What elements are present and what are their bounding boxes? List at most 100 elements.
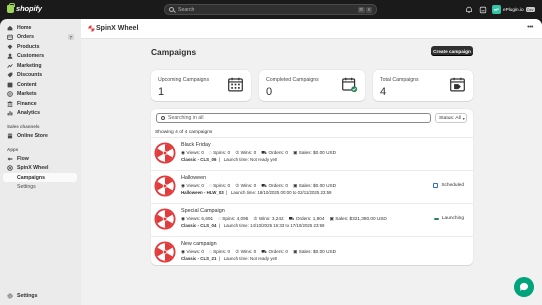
spins-value: Spins: 0 — [213, 249, 231, 254]
sidebar-item-label: Analytics — [17, 110, 41, 116]
campaign-name[interactable]: Halloween — [181, 175, 206, 181]
stat-label: Total Campaigns — [380, 77, 419, 83]
store-menu[interactable]: eP ePlugin.io Dev — [492, 4, 535, 15]
campaign-row[interactable]: Halloween ◉ Views: 0 ◌ Spins: 0 ♔ Wins: … — [151, 171, 473, 203]
views-stat: ◉ Views: 0 — [181, 150, 205, 155]
sidebar-item-label: Flow — [17, 155, 29, 162]
chat-button[interactable] — [514, 277, 534, 297]
status-launching: Launching — [433, 216, 464, 221]
sidebar-item-label: Campaigns — [17, 174, 45, 181]
sidebar-item-orders[interactable]: Orders 7 — [3, 33, 77, 42]
sidebar-item-content[interactable]: Content — [3, 80, 77, 89]
wins-stat: ♔ Wins: 3,242 — [253, 216, 284, 221]
sidebar-item-settings[interactable]: Settings — [3, 291, 77, 300]
finance-icon — [7, 100, 13, 107]
spins-stat: ◌ Spins: 0 — [209, 183, 231, 188]
orders-value: Orders: 1,904 — [295, 216, 325, 221]
sidebar-item-analytics[interactable]: Analytics — [3, 109, 77, 118]
stat-card-completed: Completed Campaigns 0 — [259, 70, 365, 101]
orders-icon — [7, 34, 13, 40]
store-icon — [7, 133, 13, 139]
orders-stat: ⛟ Orders: 1,904 — [288, 216, 325, 221]
campaign-row[interactable]: Black Friday ◉ Views: 0 ◌ Spins: 0 ♔ Win… — [151, 138, 473, 170]
sales-value: Sales: $0.00 USD — [298, 183, 336, 188]
analytics-icon — [7, 110, 13, 116]
campaign-stats: ◉ Views: 6,691 ◌ Spins: 4,095 ♔ Wins: 3,… — [181, 216, 387, 223]
customers-icon — [7, 53, 13, 59]
campaign-name[interactable]: New campaign — [181, 241, 217, 247]
status-filter-select[interactable]: Status: All ▾ — [435, 113, 467, 123]
campaign-search-input[interactable] — [168, 115, 430, 121]
top-bar: shopify Search ⌘ K eP ePlugin.io Dev — [0, 0, 542, 19]
separator: | — [217, 157, 223, 162]
views-stat: ◉ Views: 6,691 — [181, 216, 214, 221]
sales-value: Sales: $321,380.00 USD — [335, 216, 387, 221]
launching-indicator-icon — [433, 217, 439, 220]
sidebar-item-discounts[interactable]: Discounts — [3, 71, 77, 80]
spins-stat: ◌ Spins: 0 — [209, 249, 231, 254]
spin-wheel-icon — [154, 241, 176, 263]
campaign-row[interactable]: Special Campaign ◉ Views: 6,691 ◌ Spins:… — [151, 204, 473, 236]
template-code: Classic - CLS_21 — [181, 256, 217, 261]
orders-value: Orders: 0 — [268, 150, 288, 155]
sidebar-item-home[interactable]: Home — [3, 23, 77, 32]
views-value: Views: 0 — [186, 249, 205, 254]
campaign-row[interactable]: New campaign ◉ Views: 0 ◌ Spins: 0 ♔ Win… — [151, 237, 473, 269]
shopify-wordmark: shopify — [16, 4, 42, 13]
campaign-search-field[interactable] — [156, 113, 431, 123]
sidebar-item-marketing[interactable]: Marketing — [3, 61, 77, 70]
sidebar-item-markets[interactable]: Markets — [3, 90, 77, 99]
sidebar-item-label: Marketing — [17, 62, 42, 69]
wins-value: Wins: 3,242 — [258, 216, 284, 221]
main-content: SpinX Wheel ••• Campaigns Create campaig… — [81, 19, 542, 305]
sidebar-item-online-store[interactable]: Online Store — [3, 131, 77, 140]
notifications-icon[interactable] — [464, 5, 473, 14]
sidebar-item-label: Products — [17, 43, 40, 50]
sales-stat: ▣ Sales: $0.00 USD — [292, 150, 336, 155]
spins-value: Spins: 0 — [213, 150, 231, 155]
app-header: SpinX Wheel ••• — [81, 19, 542, 39]
spin-wheel-icon — [154, 208, 176, 230]
sidebar-item-label: Orders — [17, 34, 35, 40]
campaign-name[interactable]: Black Friday — [181, 142, 211, 148]
sidebar-item-products[interactable]: Products — [3, 42, 77, 51]
create-campaign-button[interactable]: Create campaign — [431, 46, 473, 56]
sidebar-item-customers[interactable]: Customers — [3, 52, 77, 61]
campaign-stats: ◉ Views: 0 ◌ Spins: 0 ♔ Wins: 0 ⛟ Orders… — [181, 150, 336, 157]
spinx-wheel-icon — [7, 165, 13, 171]
flow-icon — [7, 156, 13, 162]
wins-value: Wins: 0 — [240, 150, 257, 155]
campaign-name[interactable]: Special Campaign — [181, 208, 225, 214]
sidebar-item-finance[interactable]: Finance — [3, 99, 77, 108]
spins-value: Spins: 0 — [213, 183, 231, 188]
campaign-meta: Halloween - HLW_03 | Launch time: 18/10/… — [181, 190, 331, 195]
sidebar-item-flow[interactable]: Flow — [3, 154, 77, 163]
chat-bubble-icon — [519, 282, 528, 291]
sidebar-item-app-settings[interactable]: Settings — [3, 183, 77, 192]
home-icon — [7, 25, 13, 31]
shopify-logo[interactable]: shopify — [7, 2, 42, 13]
global-search[interactable]: Search ⌘ K — [164, 4, 377, 15]
stat-card-upcoming: Upcoming Campaigns 1 — [151, 70, 251, 101]
views-value: Views: 0 — [186, 183, 205, 188]
calendar-check-icon — [342, 77, 358, 93]
spin-wheel-icon — [154, 175, 176, 197]
products-icon — [7, 44, 13, 50]
sidebar-item-spinx-wheel[interactable]: SpinX Wheel — [3, 164, 77, 173]
shortcut-key-cmd: ⌘ — [357, 6, 365, 13]
stat-label: Upcoming Campaigns — [158, 77, 210, 83]
views-value: Views: 6,691 — [186, 216, 214, 221]
sales-stat: ▣ Sales: $0.00 USD — [292, 183, 336, 188]
more-options-icon[interactable]: ••• — [527, 24, 533, 31]
sidebar-item-label: Settings — [17, 292, 38, 299]
sidebar-item-campaigns[interactable]: Campaigns — [3, 173, 77, 182]
campaign-stats: ◉ Views: 0 ◌ Spins: 0 ♔ Wins: 0 ⛟ Orders… — [181, 249, 336, 256]
bell-icon[interactable] — [478, 5, 487, 14]
calendar-icon — [228, 77, 243, 92]
sales-channels-heading: Sales channels — [7, 124, 40, 129]
marketing-icon — [7, 63, 13, 69]
launch-time: Launch time: 18/10/2025 00:00 to 02/11/2… — [230, 190, 332, 195]
wins-stat: ♔ Wins: 0 — [235, 249, 257, 254]
